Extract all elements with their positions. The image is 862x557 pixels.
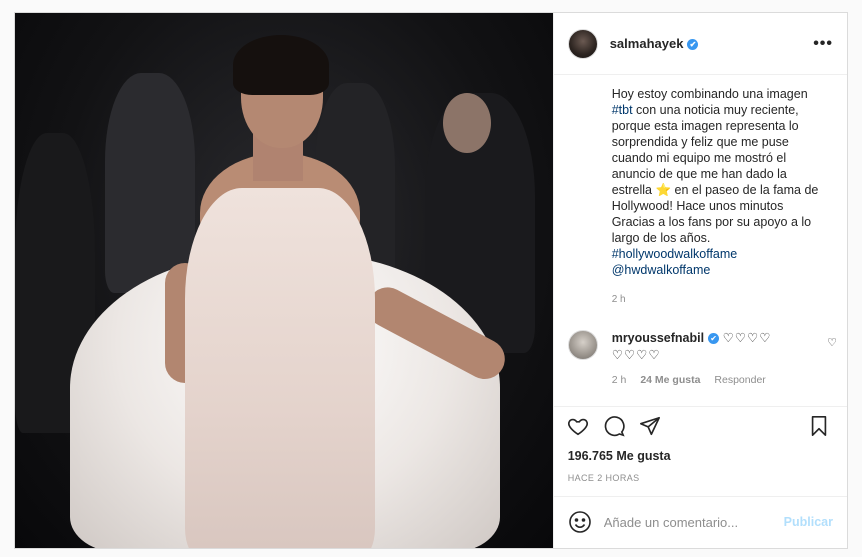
comment-item: mryoussefnabil ✔ ♡♡♡♡ ♡♡♡♡ 2 h 24 Me gusta…: [567, 330, 837, 386]
publish-button[interactable]: Publicar: [784, 515, 833, 529]
photo-dress: [185, 188, 375, 548]
comment-text: mryoussefnabil ✔ ♡♡♡♡ ♡♡♡♡: [612, 330, 833, 364]
comments-scroll-area[interactable]: Hoy estoy combinando una imagen #tbt con…: [554, 75, 847, 406]
reply-button[interactable]: Responder: [714, 374, 765, 386]
comment-time[interactable]: 2 h: [612, 374, 627, 386]
photo-background-face: [443, 93, 491, 153]
post-photo[interactable]: [15, 13, 553, 548]
post-caption: Hoy estoy combinando una imagen #tbt con…: [612, 80, 833, 308]
comment-icon[interactable]: [602, 414, 626, 438]
add-comment-bar: Publicar: [553, 495, 847, 548]
comment-input[interactable]: [603, 514, 784, 530]
comment-likes[interactable]: 24 Me gusta: [640, 374, 700, 386]
caption-line: #tbt con una noticia muy reciente,: [611, 103, 799, 118]
caption-line: largo de los años.: [611, 231, 711, 246]
verified-icon: ✔: [708, 333, 720, 345]
caption-line: sorprendida y feliz que me puse: [611, 135, 789, 150]
mention-link[interactable]: @hwdwalkoffame: [612, 262, 833, 278]
verified-icon: ✔: [687, 39, 699, 51]
caption-line: estrella ⭐ en el paseo de la fama de: [611, 183, 819, 198]
avatar[interactable]: [567, 28, 598, 59]
caption-line: Gracias a los fans por su apoyo a lo: [611, 215, 812, 230]
caption-line: porque esta imagen representa lo: [611, 119, 799, 134]
photo-crowd: [105, 73, 195, 293]
comment-username[interactable]: mryoussefnabil: [612, 331, 704, 345]
caption-timestamp[interactable]: 2 h: [612, 292, 833, 308]
likes-count[interactable]: 196.765 Me gusta: [554, 445, 847, 467]
action-bar: [553, 405, 847, 445]
heart-icon[interactable]: [566, 414, 590, 438]
comment-avatar[interactable]: [567, 330, 598, 361]
instagram-post: salmahayek ✔ ••• Hoy estoy combinando una…: [14, 12, 848, 549]
caption-line: Hoy estoy combinando una imagen: [611, 87, 808, 102]
caption-line: anuncio de que me han dado la: [611, 167, 787, 182]
emoji-icon[interactable]: [568, 510, 592, 534]
bookmark-icon[interactable]: [807, 414, 831, 438]
comment-meta: 2 h 24 Me gusta Responder: [612, 374, 833, 386]
hashtag-tbt-link[interactable]: #tbt: [612, 103, 633, 117]
hashtag-link[interactable]: #hollywoodwalkoffame: [612, 246, 833, 262]
caption-line: Hollywood! Hace unos minutos: [611, 199, 784, 214]
comment-heart-icon[interactable]: ♡: [827, 336, 837, 349]
comment-hearts: ♡♡♡♡: [722, 331, 772, 346]
post-username[interactable]: salmahayek ✔: [610, 36, 699, 51]
photo-hair: [233, 35, 329, 95]
post-time-ago[interactable]: HACE 2 HORAS: [554, 467, 847, 496]
share-icon[interactable]: [638, 414, 662, 438]
more-icon[interactable]: •••: [813, 35, 833, 53]
caption-line: cuando mi equipo me mostró el: [611, 151, 787, 166]
post-header: salmahayek ✔ •••: [553, 13, 847, 76]
username-text[interactable]: salmahayek: [610, 36, 684, 51]
post-side-panel: salmahayek ✔ ••• Hoy estoy combinando una…: [552, 13, 847, 548]
comment-hearts: ♡♡♡♡: [611, 348, 661, 363]
